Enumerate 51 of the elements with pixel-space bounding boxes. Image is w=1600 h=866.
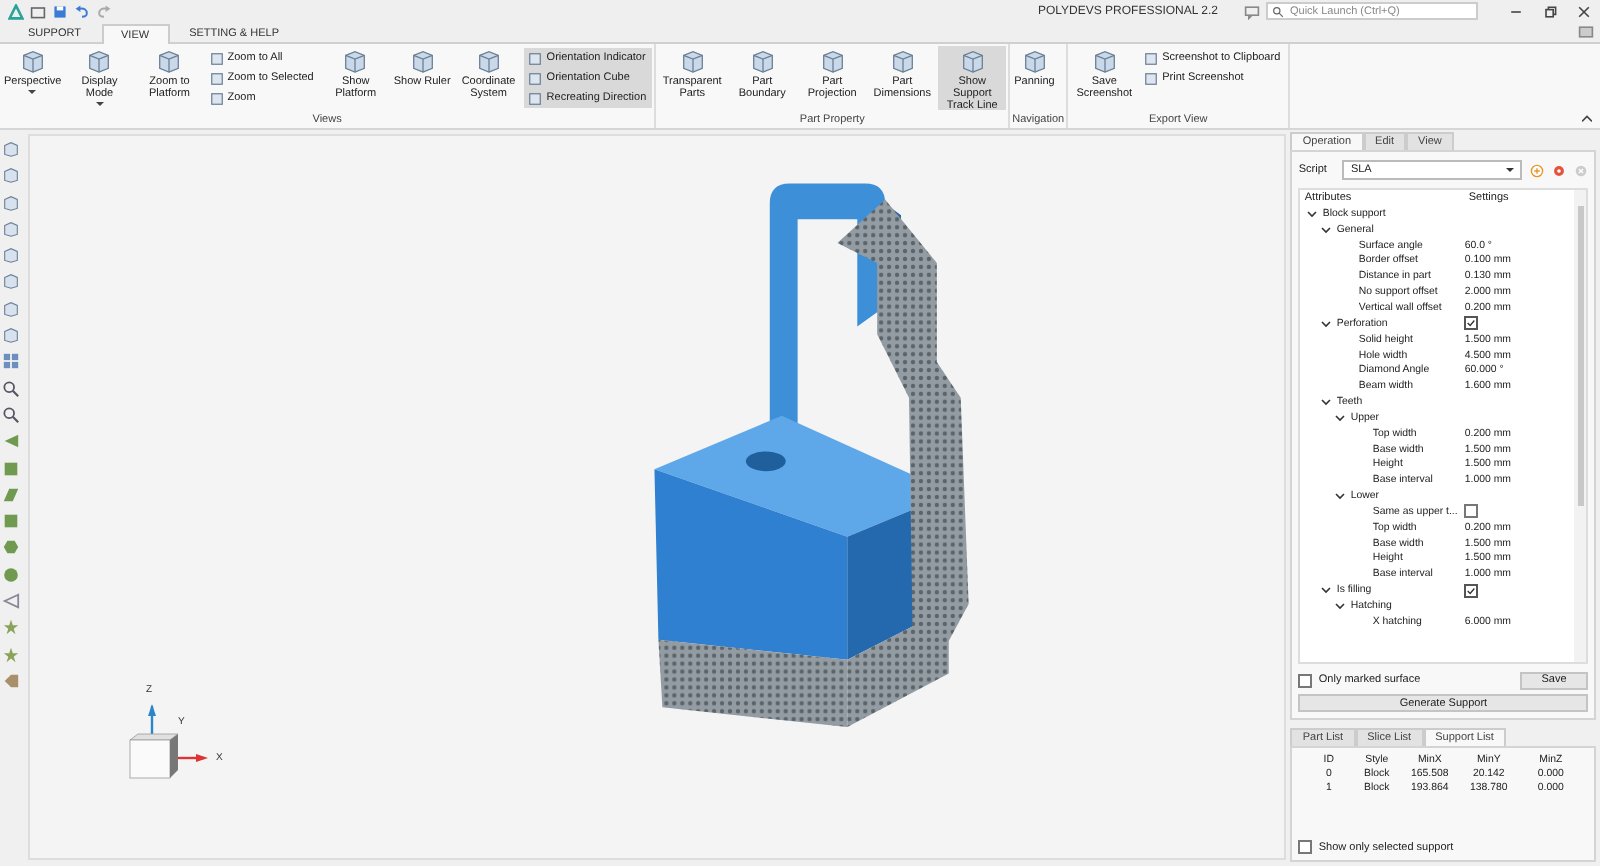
chevron-icon[interactable]	[1334, 600, 1347, 613]
cube-icon	[342, 48, 369, 74]
star-icon[interactable]	[2, 618, 21, 637]
restore-icon[interactable]	[1542, 3, 1558, 19]
logo-icon	[8, 3, 24, 19]
cube-icon	[475, 48, 502, 74]
search-icon	[1272, 5, 1284, 17]
star-icon[interactable]	[2, 645, 21, 664]
triangle-icon[interactable]	[2, 432, 21, 451]
cube-icon	[19, 48, 46, 74]
chevron-icon[interactable]	[1320, 223, 1333, 236]
chevron-icon[interactable]	[1306, 207, 1319, 220]
cube-icon	[749, 48, 776, 74]
parallelogram-icon[interactable]	[2, 485, 21, 504]
chevron-icon[interactable]	[1334, 411, 1347, 424]
triangle-icon[interactable]	[2, 592, 21, 611]
chevron-icon[interactable]	[1320, 584, 1333, 597]
cube-icon	[819, 48, 846, 74]
add-icon[interactable]	[1530, 163, 1544, 177]
square-icon[interactable]	[2, 459, 21, 478]
checkbox[interactable]	[1464, 583, 1479, 598]
comment-icon[interactable]	[1244, 3, 1260, 19]
tag-icon[interactable]	[2, 671, 21, 690]
caret-icon	[1506, 168, 1514, 172]
cube-icon	[1021, 48, 1048, 74]
collapse-icon[interactable]	[1582, 114, 1592, 122]
hexagon-icon[interactable]	[2, 538, 21, 557]
cube-icon	[409, 48, 436, 74]
layout-icon[interactable]	[1578, 24, 1594, 40]
folder-icon[interactable]	[30, 3, 46, 19]
chevron-icon[interactable]	[1320, 317, 1333, 330]
cube-icon	[679, 48, 706, 74]
checkbox[interactable]	[1464, 316, 1479, 331]
cube-icon	[959, 48, 986, 74]
redo-icon[interactable]	[96, 3, 112, 19]
save-icon[interactable]	[52, 3, 68, 19]
close-icon[interactable]	[1576, 3, 1592, 19]
magnifier-icon[interactable]	[2, 379, 21, 398]
cube-icon	[889, 48, 916, 74]
grid-icon[interactable]	[2, 352, 21, 371]
cube-icon	[1091, 48, 1118, 74]
chevron-icon[interactable]	[1334, 490, 1347, 503]
checkbox[interactable]	[1464, 504, 1479, 519]
chevron-icon[interactable]	[1320, 396, 1333, 409]
magnifier-icon[interactable]	[2, 405, 21, 424]
scrollbar[interactable]	[1574, 190, 1586, 662]
block-model-drawing[interactable]	[654, 183, 969, 728]
cube-icon	[86, 48, 113, 74]
cube-icon	[156, 48, 183, 74]
square-icon[interactable]	[2, 512, 21, 531]
undo-icon[interactable]	[74, 3, 90, 19]
